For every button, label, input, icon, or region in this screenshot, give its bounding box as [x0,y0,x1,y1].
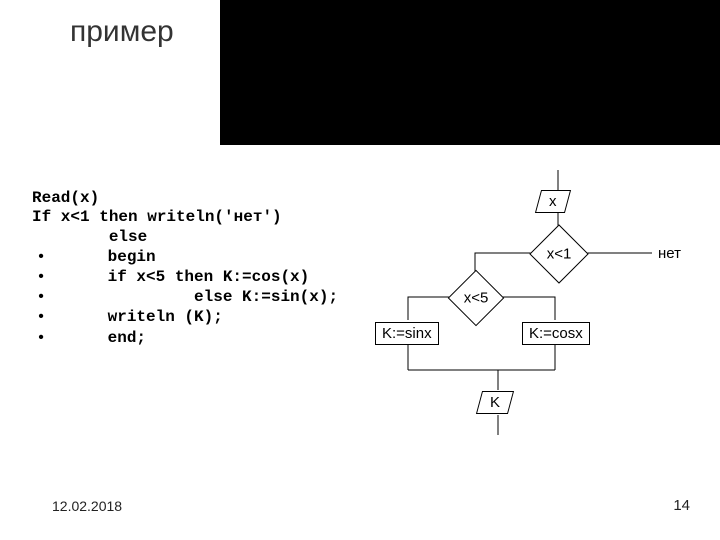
bullet-icon: • [32,328,50,347]
slide: пример Read(x) If x<1 then writeln('нет'… [0,0,720,540]
code-line: begin [50,248,156,266]
flow-no-label: нет [658,245,681,262]
bullet-icon: • [32,267,50,286]
code-line: if x<5 then K:=cos(x) [50,268,309,286]
code-line: else K:=sin(x); [50,288,338,306]
flow-assign-cos: K:=cosx [522,322,590,345]
footer-page-number: 14 [673,497,690,514]
bullet-icon: • [32,247,50,266]
code-line: end; [50,329,146,347]
code-line: writeln (K); [50,308,223,326]
flowchart-connectors [380,175,710,445]
code-block: Read(x) If x<1 then writeln('нет') else … [32,170,338,348]
code-line: If x<1 then writeln('нет') [32,208,282,226]
flow-input-x: x [535,190,571,213]
page-title: пример [70,15,174,49]
bullet-icon: • [32,287,50,306]
footer-date: 12.02.2018 [52,498,122,514]
code-line: Read(x) [32,189,99,207]
flow-assign-sin: K:=sinx [375,322,439,345]
flow-output-k: K [476,391,514,414]
code-line: else [32,228,147,246]
bullet-icon: • [32,307,50,326]
black-rectangle [220,0,720,145]
flowchart: x x<1 нет x<5 K:=sinx K:=cosx K [380,175,710,445]
